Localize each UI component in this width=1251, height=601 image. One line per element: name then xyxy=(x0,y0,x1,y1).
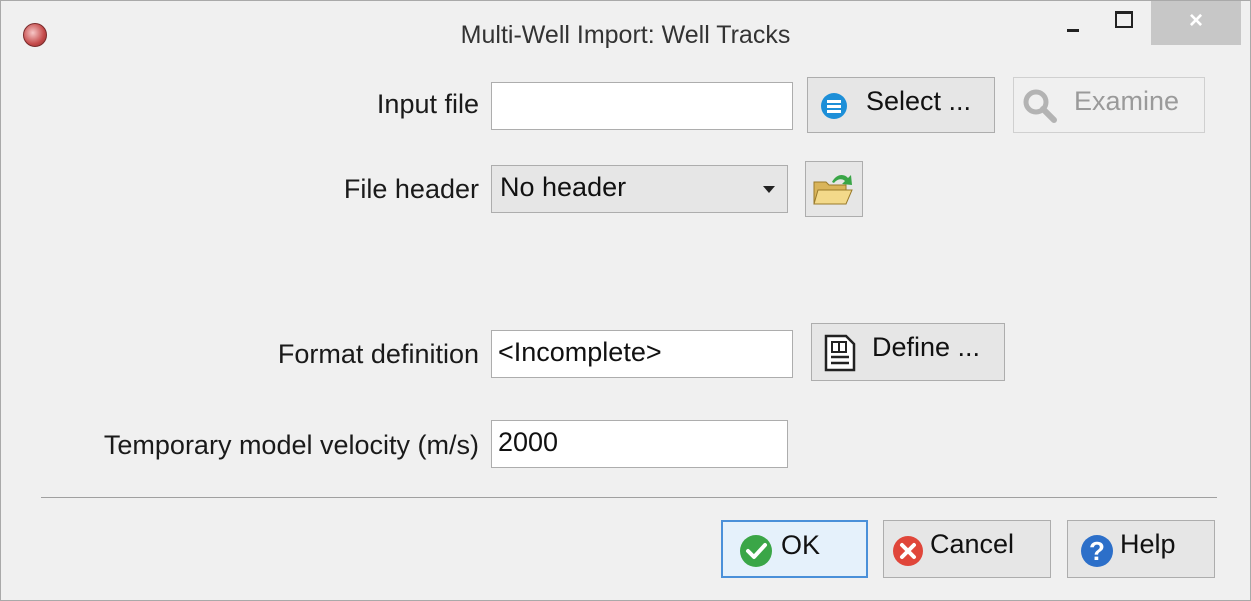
list-icon xyxy=(821,93,847,119)
maximize-button[interactable] xyxy=(1101,1,1145,45)
cancel-button[interactable]: Cancel xyxy=(883,520,1051,578)
chevron-down-icon xyxy=(763,186,775,193)
format-definition-label: Format definition xyxy=(277,339,479,369)
document-edit-icon xyxy=(824,334,856,372)
velocity-field[interactable]: 2000 xyxy=(491,420,788,468)
file-header-dropdown[interactable]: No header xyxy=(491,165,788,213)
file-header-label: File header xyxy=(343,174,479,204)
load-header-button[interactable] xyxy=(805,161,863,217)
cancel-x-icon xyxy=(893,536,923,566)
separator xyxy=(41,497,1217,498)
define-button[interactable]: Define ... xyxy=(811,323,1005,381)
input-file-label: Input file xyxy=(376,89,479,119)
ok-button-label: OK xyxy=(781,530,821,560)
examine-button-label: Examine xyxy=(1074,86,1180,116)
ok-button[interactable]: OK xyxy=(721,520,868,578)
define-button-label: Define ... xyxy=(872,332,981,362)
close-icon: × xyxy=(1188,7,1203,34)
question-icon: ? xyxy=(1081,535,1113,567)
magnifier-icon xyxy=(1023,89,1057,123)
title-bar[interactable]: Multi-Well Import: Well Tracks × xyxy=(1,1,1250,67)
format-definition-field[interactable]: <Incomplete> xyxy=(491,330,793,378)
examine-button[interactable]: Examine xyxy=(1013,77,1205,133)
help-button-label: Help xyxy=(1120,529,1176,559)
svg-text:?: ? xyxy=(1089,536,1105,566)
velocity-label: Temporary model velocity (m/s) xyxy=(103,430,479,460)
file-header-selected: No header xyxy=(500,172,627,202)
select-button[interactable]: Select ... xyxy=(807,77,995,133)
checkmark-icon xyxy=(740,535,772,567)
cancel-button-label: Cancel xyxy=(930,529,1015,559)
close-button[interactable]: × xyxy=(1151,1,1241,45)
help-button[interactable]: ? Help xyxy=(1067,520,1215,578)
minimize-button[interactable] xyxy=(1051,1,1095,45)
dialog-window: Multi-Well Import: Well Tracks × Input f… xyxy=(0,0,1251,601)
folder-open-icon xyxy=(813,174,853,205)
input-file-field[interactable] xyxy=(491,82,793,130)
select-button-label: Select ... xyxy=(866,86,972,116)
